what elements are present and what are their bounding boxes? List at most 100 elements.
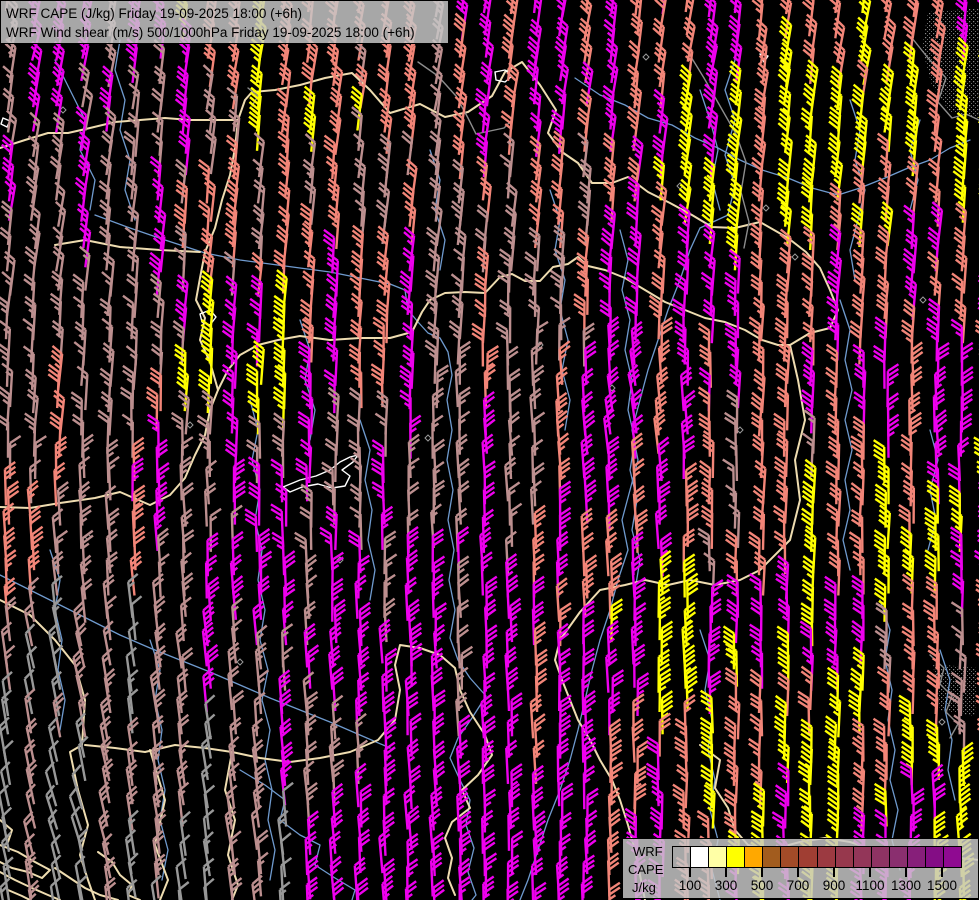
wind-barb	[751, 108, 766, 152]
wind-barb	[924, 252, 938, 296]
wind-barb	[8, 481, 20, 524]
wind-barb	[449, 296, 463, 340]
legend-tick-mark	[797, 868, 799, 877]
wind-barb	[949, 626, 962, 669]
wind-barb	[475, 14, 491, 58]
cape-legend-cell	[727, 847, 745, 867]
wind-barb	[58, 482, 71, 526]
wind-barb	[357, 878, 370, 900]
wind-barb	[100, 737, 120, 781]
wind-barb	[131, 596, 146, 640]
wind-barb	[52, 552, 68, 596]
wind-barb	[107, 552, 119, 595]
cape-color-legend: WRF CAPE J/kg 10030050070090011001300150…	[622, 838, 979, 899]
wind-barb	[330, 623, 344, 667]
legend-tick-value: 100	[679, 878, 702, 893]
wind-barb	[775, 183, 789, 227]
wind-barb	[400, 107, 416, 151]
wind-barb	[510, 389, 522, 432]
wind-barb	[147, 274, 161, 318]
wind-barb	[300, 366, 311, 409]
wind-barb	[926, 318, 937, 361]
wind-barb	[849, 160, 864, 204]
wind-barb	[77, 829, 95, 873]
wind-barb	[47, 810, 70, 854]
wind-barb	[182, 648, 196, 692]
legend-tick-value: 1100	[855, 878, 884, 893]
wind-barb	[752, 63, 769, 107]
cape-legend-cell	[836, 847, 854, 867]
wind-barb	[97, 66, 113, 110]
wind-barb	[652, 0, 669, 14]
wind-barb	[801, 15, 817, 59]
legend-tick-value: 500	[751, 878, 774, 893]
wind-barb	[174, 367, 188, 411]
wind-barb	[273, 225, 288, 269]
wind-barb	[925, 159, 939, 203]
wind-barb	[975, 320, 979, 363]
legend-tick-mark	[761, 868, 763, 877]
legend-tick-mark	[689, 868, 691, 877]
wind-barb	[26, 646, 44, 690]
cape-legend-cell	[818, 847, 836, 867]
wind-barb	[100, 253, 114, 297]
cape-legend-cell	[745, 847, 763, 867]
wind-barb	[550, 37, 567, 81]
wind-barb	[3, 741, 21, 785]
cape-legend-cell	[908, 847, 926, 867]
wind-barb	[196, 65, 213, 109]
wind-barb	[472, 324, 483, 367]
cape-colorbar	[672, 846, 962, 868]
wind-barb	[901, 320, 912, 363]
wind-barb	[800, 40, 815, 84]
wind-barb	[530, 389, 544, 433]
wind-barb	[276, 63, 291, 107]
wind-barb	[399, 183, 414, 227]
wind-barb	[181, 597, 195, 641]
wind-barb	[951, 320, 962, 363]
legend-tick-value: 900	[823, 878, 846, 893]
legend-tick-mark	[941, 868, 943, 877]
wind-barb	[25, 42, 43, 86]
wind-barb	[35, 436, 46, 479]
wind-barb	[552, 60, 569, 104]
wind-barb	[24, 413, 36, 456]
wind-barb	[548, 181, 563, 225]
wind-barb	[323, 42, 339, 86]
wind-barb	[258, 670, 272, 714]
wind-barb	[305, 602, 318, 646]
wind-barb	[549, 0, 566, 36]
wind-barb	[648, 224, 663, 268]
wind-barb	[624, 64, 639, 108]
wind-barb	[147, 89, 163, 133]
wind-barb	[247, 323, 258, 366]
wind-barb	[527, 228, 540, 272]
wind-barb	[78, 693, 96, 737]
wind-barb	[52, 693, 70, 737]
wind-barb	[505, 458, 519, 502]
wind-barb	[46, 156, 62, 200]
wind-barb	[501, 86, 516, 130]
wind-barb	[71, 274, 84, 318]
wind-barb	[308, 645, 321, 689]
wind-barb	[775, 109, 791, 153]
legend-tick-mark	[725, 868, 727, 877]
wind-barb	[727, 365, 740, 409]
legend-label-wrf: WRF	[633, 845, 663, 858]
wind-barb	[600, 20, 615, 64]
wind-barb	[99, 319, 113, 363]
wind-barb	[877, 202, 893, 246]
wind-barb	[201, 764, 218, 808]
wind-barb	[128, 811, 145, 855]
cape-legend-cell	[709, 847, 727, 867]
wind-barb	[525, 204, 540, 248]
legend-tick-mark	[869, 868, 871, 877]
wind-barb	[204, 786, 219, 830]
wind-barb	[371, 364, 382, 407]
wind-barb	[699, 224, 715, 268]
legend-label-cape: CAPE	[628, 863, 663, 876]
title-line-cape: WRF CAPE (J/kg) Friday 19-09-2025 18:00 …	[6, 4, 442, 23]
wind-barb	[202, 623, 217, 667]
wind-barb	[332, 696, 346, 740]
wind-barb	[877, 64, 894, 108]
